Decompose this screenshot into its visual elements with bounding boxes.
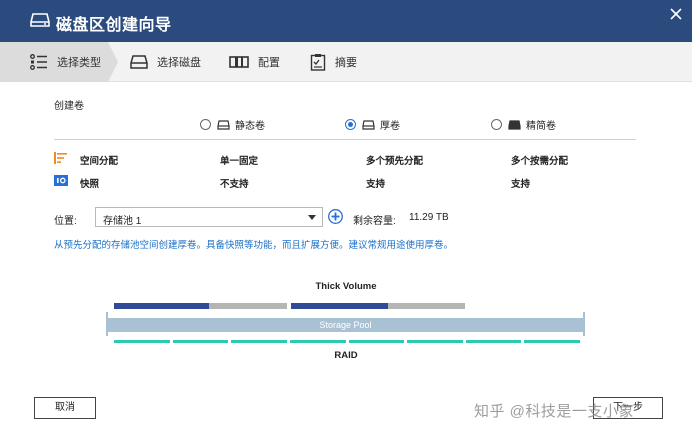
divider xyxy=(54,139,636,140)
close-icon[interactable] xyxy=(668,6,684,22)
remaining-capacity-value: 11.29 TB xyxy=(409,212,449,223)
step-label: 选择磁盘 xyxy=(157,57,201,69)
volume-description: 从预先分配的存储池空间创建厚卷。具备快照等功能，而且扩展方便。建议常规用途使用厚… xyxy=(54,240,454,251)
watermark: 知乎 @科技是一支小象 xyxy=(474,403,634,420)
feature-row-snapshot: 快照 不支持 支持 支持 xyxy=(54,175,654,190)
radio-label: 精简卷 xyxy=(526,121,556,132)
raid-disk-segment xyxy=(407,340,463,343)
storage-pool-bar: Storage Pool xyxy=(107,318,584,332)
radio-static-volume[interactable]: 静态卷 xyxy=(200,117,265,132)
list-icon xyxy=(30,54,47,70)
window-title: 磁盘区创建向导 xyxy=(56,17,172,34)
step-configure[interactable]: 配置 xyxy=(229,42,280,82)
feature-label: 快照 xyxy=(80,179,100,190)
raid-disk-segment xyxy=(524,340,580,343)
step-label: 摘要 xyxy=(335,57,357,69)
raid-disk-segment xyxy=(172,340,229,343)
volume-allocated-segment xyxy=(291,303,388,309)
step-label: 选择类型 xyxy=(57,57,101,69)
disk-icon xyxy=(508,119,521,130)
storage-icon xyxy=(30,13,50,27)
feature-value: 支持 xyxy=(366,179,386,190)
radio-button-selected[interactable] xyxy=(345,119,356,130)
feature-value: 多个预先分配 xyxy=(366,156,424,167)
radio-thin-volume[interactable]: 精简卷 xyxy=(491,117,556,132)
snapshot-icon xyxy=(54,175,68,186)
title-bar: 磁盘区创建向导 xyxy=(0,0,692,42)
raid-disk-segment xyxy=(114,340,170,343)
volume-allocated-segment xyxy=(114,303,209,309)
feature-label: 空间分配 xyxy=(80,156,119,167)
add-icon[interactable] xyxy=(328,209,343,224)
raid-disk-segment xyxy=(465,340,522,343)
radio-label: 静态卷 xyxy=(235,121,265,132)
radio-thick-volume[interactable]: 厚卷 xyxy=(345,117,400,132)
radio-label: 厚卷 xyxy=(380,121,400,132)
disk-icon xyxy=(362,119,375,130)
step-select-type[interactable]: 选择类型 xyxy=(30,42,101,82)
clipboard-icon xyxy=(310,54,326,71)
step-label: 配置 xyxy=(258,57,280,69)
feature-value: 不支持 xyxy=(220,179,249,190)
raid-label: RAID xyxy=(334,350,358,361)
location-value: 存储池 1 xyxy=(103,216,142,227)
cancel-button[interactable]: 取消 xyxy=(34,397,96,419)
radio-button[interactable] xyxy=(200,119,211,130)
feature-value: 支持 xyxy=(511,179,531,190)
location-label: 位置: xyxy=(54,216,77,227)
radio-button[interactable] xyxy=(491,119,502,130)
raid-disk-segment xyxy=(231,340,287,343)
raid-disk-segment xyxy=(348,340,405,343)
feature-value: 多个按需分配 xyxy=(511,156,569,167)
remaining-capacity-label: 剩余容量: xyxy=(353,216,396,227)
step-summary[interactable]: 摘要 xyxy=(310,42,357,82)
feature-row-space-allocation: 空间分配 单一固定 多个预先分配 多个按需分配 xyxy=(54,152,654,167)
volume-free-segment xyxy=(388,303,465,309)
config-icon xyxy=(229,56,249,68)
volume-free-segment xyxy=(209,303,287,309)
feature-value: 单一固定 xyxy=(220,156,259,167)
diagram-title: Thick Volume xyxy=(315,281,377,292)
location-select[interactable]: 存储池 1 xyxy=(95,207,323,227)
disk-icon xyxy=(130,55,148,69)
wizard-steps: 选择类型 选择磁盘 配置 摘要 xyxy=(0,42,692,82)
space-allocation-icon xyxy=(54,152,67,164)
section-label: 创建卷 xyxy=(54,101,84,112)
disk-icon xyxy=(217,119,230,130)
raid-disk-segment xyxy=(289,340,346,343)
dropdown-arrow-icon xyxy=(308,215,316,220)
step-select-disk[interactable]: 选择磁盘 xyxy=(130,42,201,82)
